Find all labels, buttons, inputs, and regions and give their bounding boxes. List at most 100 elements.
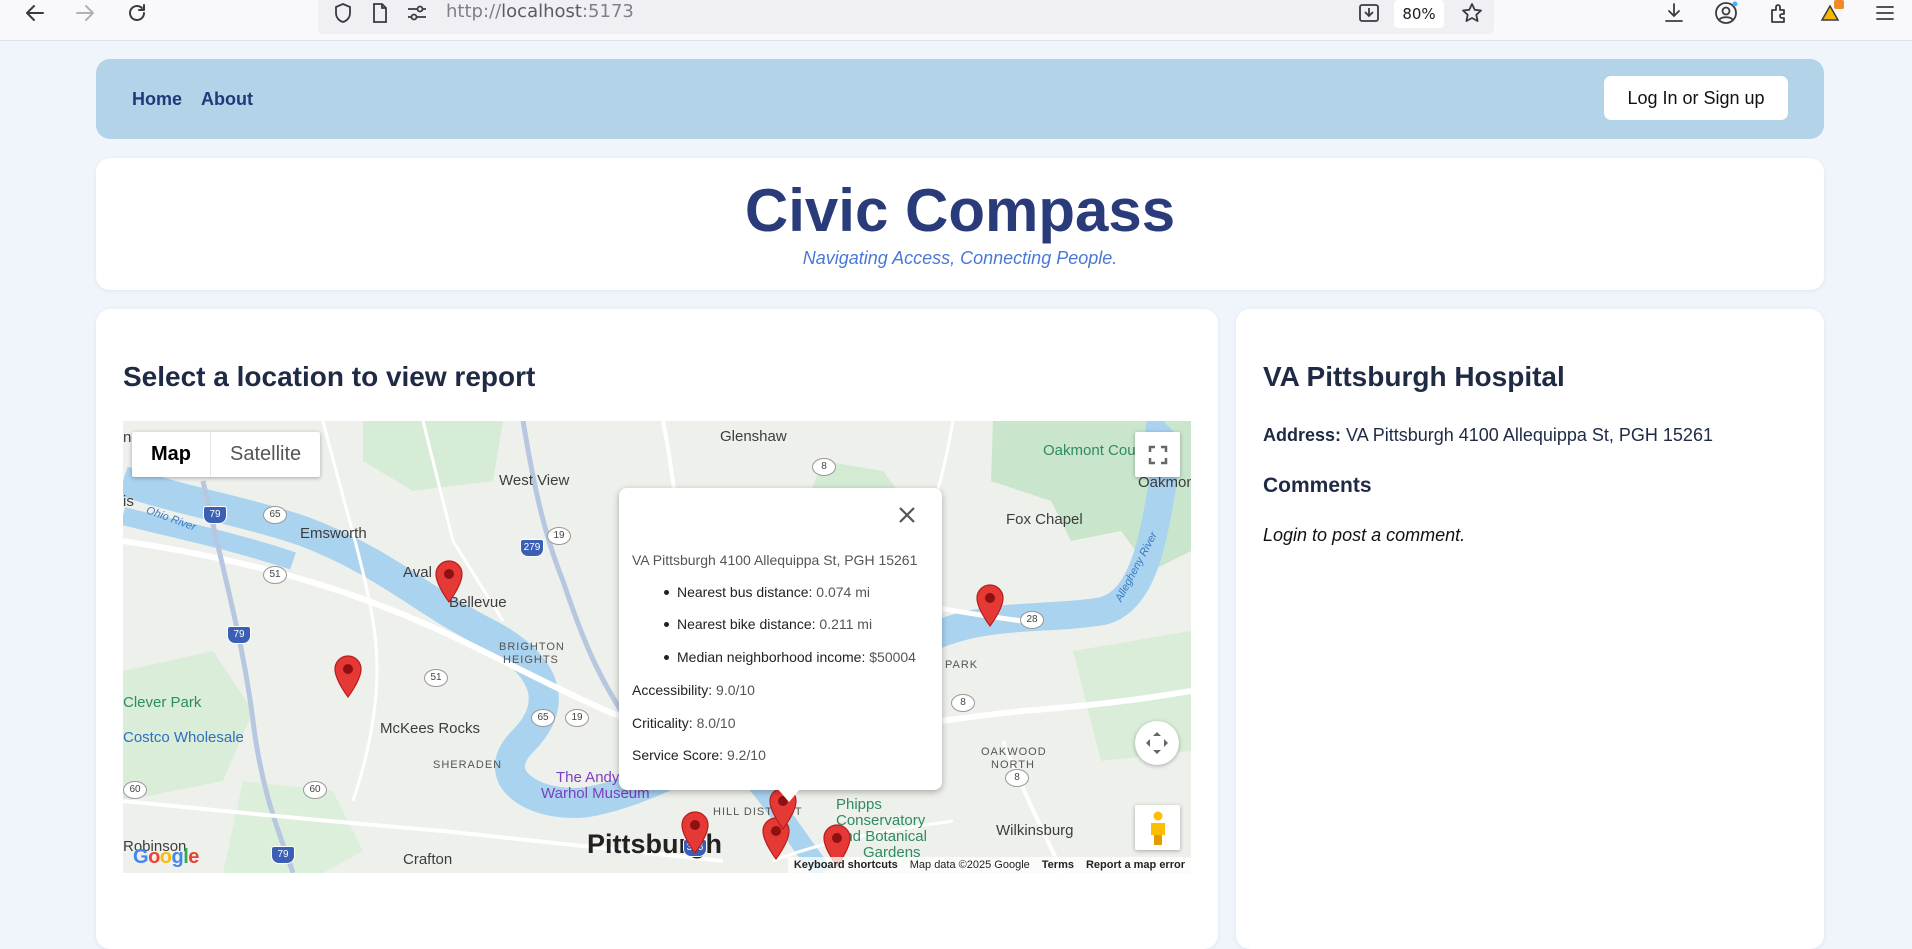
account-icon[interactable] [1711,0,1741,26]
browser-toolbar: http://localhost:5173 80% [0,0,1912,41]
extension-badge-icon[interactable] [1816,0,1846,26]
site-tagline: Navigating Access, Connecting People. [802,248,1118,268]
nav-about-link[interactable]: About [201,89,253,110]
google-map[interactable]: Glenshaw West View Oakmont Cou Oakmon Em… [123,421,1191,873]
road-shield: 65 [263,506,287,524]
info-address: VA Pittsburgh 4100 Allequippa St, PGH 15… [632,552,918,568]
info-bus-value: 0.074 mi [816,584,870,600]
url-host: localhost [501,1,582,22]
info-accessibility-label: Accessibility: [632,682,713,698]
camera-move-icon [1146,732,1168,754]
info-accessibility: Accessibility: 9.0/10 [632,682,755,698]
extensions-icon[interactable] [1764,0,1794,26]
downloads-icon[interactable] [1659,0,1689,26]
map-label: PARK [945,659,979,671]
terms-link[interactable]: Terms [1036,857,1080,873]
location-title: VA Pittsburgh Hospital [1263,361,1565,392]
road-shield: 51 [263,566,287,584]
site-header: Civic Compass Navigating Access, Connect… [96,158,1824,290]
info-window-tail [777,788,801,802]
location-marker-pin[interactable] [434,559,464,603]
map-label: The Andy [556,769,620,786]
menu-icon[interactable] [1870,0,1900,26]
street-view-pegman-button[interactable] [1135,805,1180,850]
map-label: West View [499,472,570,489]
map-label: OAKWOOD [981,746,1047,758]
info-service-value: 9.2/10 [726,747,766,763]
info-service-label: Service Score: [632,747,724,763]
address-bar[interactable]: http://localhost:5173 80% [318,0,1494,34]
page-icon[interactable] [365,0,395,26]
info-bike-label: Nearest bike distance: [677,616,816,632]
location-marker-pin[interactable] [975,583,1005,627]
map-label: is [123,493,134,510]
login-to-comment-note[interactable]: Login to post a comment. [1263,525,1465,546]
nav-home-link[interactable]: Home [132,89,182,110]
reload-icon[interactable] [122,0,152,26]
road-shield: 19 [565,709,589,727]
location-marker-pin[interactable] [333,654,363,698]
info-window-close-button[interactable] [894,502,920,528]
bookmark-star-icon[interactable] [1457,0,1487,26]
map-footer: Keyboard shortcuts Map data ©2025 Google… [787,857,1191,873]
keyboard-shortcuts-link[interactable]: Keyboard shortcuts [788,857,904,873]
map-data-attribution: Map data ©2025 Google [909,859,1030,871]
map-label: HEIGHTS [503,654,559,666]
road-shield: 60 [303,781,327,799]
map-label: McKees Rocks [380,720,481,737]
road-shield: 65 [531,709,555,727]
map-label: Fox Chapel [1006,511,1083,528]
road-shield: 79 [271,846,295,864]
camera-control-button[interactable] [1135,721,1179,765]
location-marker-pin[interactable] [680,810,710,854]
back-icon[interactable] [20,0,50,26]
location-address: Address: VA Pittsburgh 4100 Allequippa S… [1263,425,1713,446]
zoom-level[interactable]: 80% [1394,0,1444,28]
road-shield: 79 [227,626,251,644]
road-shield: 28 [1020,611,1044,629]
close-icon [899,507,915,523]
address-value: VA Pittsburgh 4100 Allequippa St, PGH 15… [1346,425,1713,445]
info-income-label: Median neighborhood income: [677,649,866,665]
map-label: Wilkinsburg [996,822,1074,839]
address-label: Address: [1263,425,1342,445]
map-label: Clever Park [123,694,202,711]
info-bus-distance: Nearest bus distance: 0.074 mi [664,584,870,600]
map-label: Phipps [836,796,882,813]
google-logo: Google [133,846,199,868]
info-bike-distance: Nearest bike distance: 0.211 mi [663,616,873,632]
map-type-map-button[interactable]: Map [132,432,211,477]
url-text[interactable]: http://localhost:5173 [446,1,634,22]
info-service-score: Service Score: 9.2/10 [632,747,766,763]
url-scheme: http:// [446,1,502,22]
fullscreen-button[interactable] [1135,432,1180,477]
info-bus-label: Nearest bus distance: [677,584,813,600]
forward-icon[interactable] [70,0,100,26]
save-page-icon[interactable] [1354,0,1384,26]
location-info-window: VA Pittsburgh 4100 Allequippa St, PGH 15… [619,488,942,802]
road-shield: 60 [123,781,147,799]
map-card: Select a location to view report Glensha… [96,309,1218,949]
login-signup-button[interactable]: Log In or Sign up [1604,76,1788,120]
info-criticality: Criticality: 8.0/10 [632,715,736,731]
fullscreen-icon [1148,445,1167,464]
info-criticality-value: 8.0/10 [696,715,736,731]
url-port: :5173 [581,1,634,22]
site-title: Civic Compass [744,177,1176,244]
map-label: Emsworth [300,525,367,542]
info-bike-value: 0.211 mi [819,616,873,632]
map-type-satellite-button[interactable]: Satellite [211,432,320,477]
permissions-icon[interactable] [402,0,432,26]
map-label: Glenshaw [720,428,787,445]
road-shield: 279 [520,539,544,557]
shield-icon[interactable] [328,0,358,26]
map-label: Aval [403,564,432,581]
report-map-error-link[interactable]: Report a map error [1080,857,1191,873]
location-detail-card: VA Pittsburgh Hospital Address: VA Pitts… [1236,309,1824,949]
info-income-value: $50004 [869,649,916,665]
top-navbar: Home About Log In or Sign up [96,59,1824,139]
road-shield: 8 [1005,769,1029,787]
road-shield: 51 [424,669,448,687]
map-label: BRIGHTON [499,641,565,653]
map-section-heading: Select a location to view report [123,361,536,392]
